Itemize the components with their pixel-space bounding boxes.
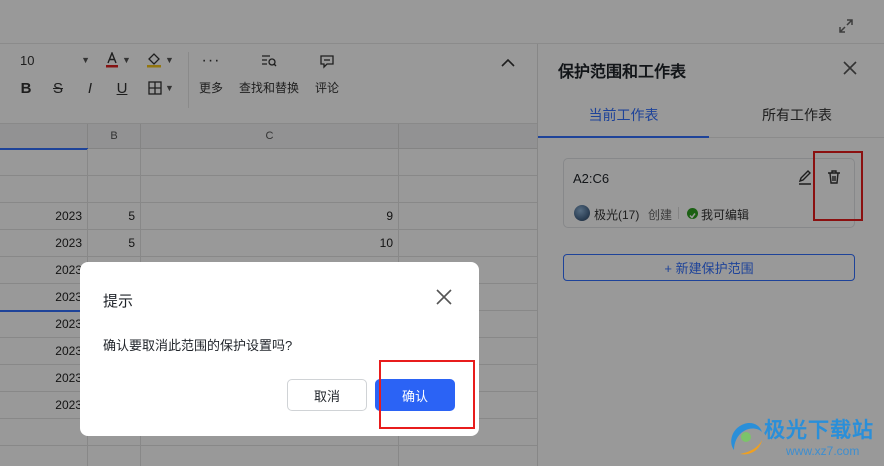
watermark: 极光下载站 www.xz7.com: [724, 412, 880, 464]
watermark-url: www.xz7.com: [786, 444, 860, 458]
watermark-logo-icon: [731, 422, 762, 455]
annotation-highlight-box: [379, 360, 475, 429]
dialog-message: 确认要取消此范围的保护设置吗?: [103, 338, 293, 353]
watermark-text: 极光下载站: [764, 419, 874, 442]
cancel-button[interactable]: 取消: [287, 379, 367, 411]
close-icon[interactable]: [435, 288, 453, 306]
dialog-title: 提示: [103, 293, 134, 310]
